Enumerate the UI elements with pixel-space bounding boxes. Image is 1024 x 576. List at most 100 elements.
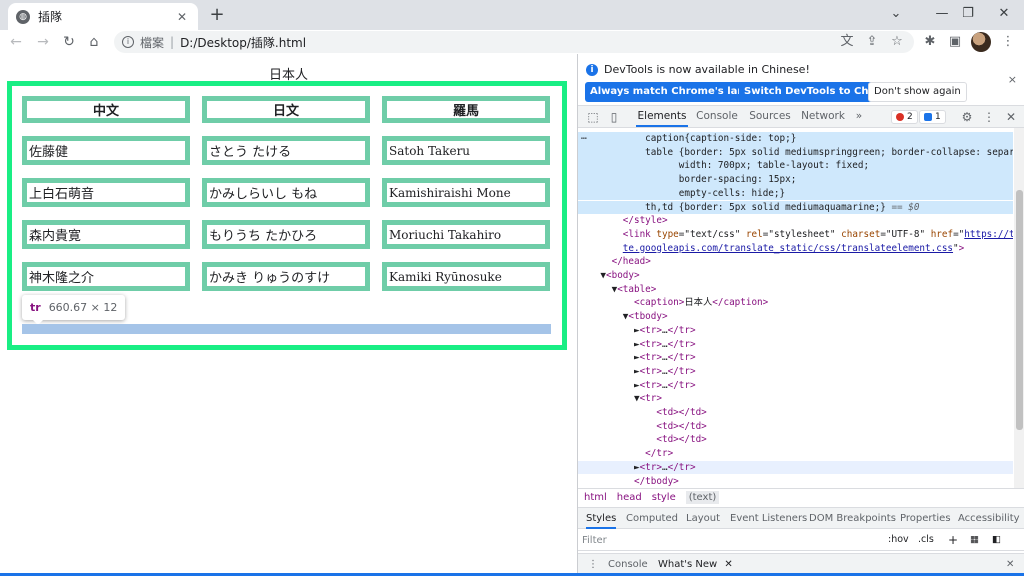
- elements-tree-line[interactable]: </tbody>: [578, 475, 1013, 489]
- info-icon[interactable]: i: [122, 36, 134, 48]
- new-rule-icon[interactable]: +: [948, 533, 958, 547]
- devtools-menu-icon[interactable]: ⋮: [980, 108, 998, 126]
- error-icon: [896, 113, 904, 121]
- tab-strip: ◍ 插隊 ✕ + ⌄ — ❐ ✕: [0, 0, 1024, 30]
- elements-tree-line[interactable]: ▼<table>: [578, 283, 1013, 297]
- breadcrumb-style[interactable]: style: [652, 492, 676, 503]
- reload-button[interactable]: ↻: [59, 32, 79, 52]
- more-tabs-button[interactable]: »: [852, 106, 866, 127]
- message-count-badge[interactable]: 1: [919, 110, 946, 124]
- elements-tree-line[interactable]: table {border: 5px solid mediumspringgre…: [578, 145, 1013, 160]
- tab-search-icon[interactable]: ⌄: [876, 2, 916, 26]
- new-tab-button[interactable]: +: [206, 4, 228, 26]
- tab-console[interactable]: Console: [694, 106, 740, 127]
- elements-tree-line[interactable]: ▼<tr>: [578, 392, 1013, 406]
- infobar-text: DevTools is now available in Chinese!: [604, 63, 810, 76]
- table-cell: さとう たける: [202, 136, 370, 165]
- toggle-sidebar-icon[interactable]: ◧: [992, 533, 1001, 547]
- elements-tree-line[interactable]: ►<tr>…</tr>: [578, 460, 1013, 475]
- elements-tree-line[interactable]: <caption>日本人</caption>: [578, 296, 1013, 310]
- browser-tab[interactable]: ◍ 插隊 ✕: [8, 3, 198, 30]
- tab-computed[interactable]: Computed: [626, 508, 678, 529]
- elements-tree-line[interactable]: ▼<tbody>: [578, 310, 1013, 324]
- tooltip-dimensions: 660.67 × 12: [48, 301, 118, 314]
- home-button[interactable]: ⌂: [84, 32, 104, 52]
- elements-tree-line[interactable]: <td></td>: [578, 433, 1013, 447]
- elements-scrollbar-thumb[interactable]: [1016, 190, 1023, 430]
- tab-dom-breakpoints[interactable]: DOM Breakpoints: [809, 508, 896, 529]
- elements-tree-line[interactable]: ▼<body>: [578, 269, 1013, 283]
- inspect-element-icon[interactable]: ⬚: [584, 108, 602, 126]
- hover-state-toggle[interactable]: :hov: [888, 533, 909, 547]
- dont-show-again-button[interactable]: Don't show again: [868, 82, 967, 102]
- breadcrumb-html[interactable]: html: [584, 492, 607, 503]
- devtools-close-icon[interactable]: ✕: [1002, 108, 1020, 126]
- elements-tree-line[interactable]: </style>: [578, 214, 1013, 228]
- elements-tree-line[interactable]: <td></td>: [578, 406, 1013, 420]
- elements-tree-line[interactable]: ►<tr>…</tr>: [578, 365, 1013, 379]
- styles-pane-tabs: Styles Computed Layout Event Listeners D…: [578, 507, 1024, 529]
- table-cell: 森内貴寛: [22, 220, 190, 249]
- share-icon[interactable]: ⇪: [862, 32, 882, 52]
- page-viewport: 日本人 中文 日文 羅馬 佐藤健 さとう たける Satoh Takeru 上白…: [0, 58, 577, 576]
- elements-tree-line[interactable]: <td></td>: [578, 420, 1013, 434]
- tab-layout[interactable]: Layout: [686, 508, 720, 529]
- elements-tree-line[interactable]: ►<tr>…</tr>: [578, 379, 1013, 393]
- side-panel-icon[interactable]: ▣: [945, 32, 965, 52]
- drawer-tab-whats-new-label: What's New: [658, 559, 718, 570]
- translate-icon[interactable]: 文: [837, 32, 857, 52]
- elements-tree-line[interactable]: th,td {border: 5px solid mediumaquamarin…: [578, 200, 1013, 215]
- tab-styles[interactable]: Styles: [586, 508, 617, 529]
- message-icon: [924, 113, 932, 121]
- maximize-button[interactable]: ❐: [948, 2, 988, 26]
- elements-tree-line[interactable]: te.googleapis.com/translate_static/css/t…: [578, 242, 1013, 256]
- forward-button[interactable]: →: [33, 32, 53, 52]
- elements-tree-line[interactable]: ►<tr>…</tr>: [578, 351, 1013, 365]
- table-cell: 上白石萌音: [22, 178, 190, 207]
- elements-tree[interactable]: caption{caption-side: top;} table {borde…: [578, 128, 1013, 488]
- elements-tree-line[interactable]: ►<tr>…</tr>: [578, 338, 1013, 352]
- elements-tree-line[interactable]: </tr>: [578, 447, 1013, 461]
- elements-tree-line[interactable]: empty-cells: hide;}: [578, 186, 1013, 201]
- paint-icon[interactable]: ▦: [970, 533, 979, 547]
- tab-network[interactable]: Network: [800, 106, 846, 127]
- infobar-close-icon[interactable]: ×: [1008, 73, 1017, 86]
- tab-accessibility[interactable]: Accessibility: [958, 508, 1020, 529]
- elements-tree-line[interactable]: width: 700px; table-layout: fixed;: [578, 159, 1013, 174]
- elements-tree-line[interactable]: </head>: [578, 255, 1013, 269]
- styles-filter-input[interactable]: [582, 532, 874, 548]
- devtools-panel: i DevTools is now available in Chinese! …: [577, 54, 1024, 576]
- globe-icon: ◍: [16, 9, 30, 24]
- profile-avatar[interactable]: [971, 32, 991, 52]
- settings-gear-icon[interactable]: ⚙: [958, 108, 976, 126]
- class-toggle[interactable]: .cls: [918, 533, 934, 547]
- elements-tree-line[interactable]: <link type="text/css" rel="stylesheet" c…: [578, 228, 1013, 242]
- url-text[interactable]: D:/Desktop/插隊.html: [180, 34, 306, 51]
- table-cell: かみき りゅうのすけ: [202, 262, 370, 291]
- breadcrumb-text[interactable]: (text): [685, 491, 720, 504]
- breadcrumb-head[interactable]: head: [617, 492, 642, 503]
- elements-tree-line[interactable]: caption{caption-side: top;}: [578, 132, 1013, 146]
- device-toolbar-icon[interactable]: ▯: [605, 108, 623, 126]
- table-cell: Kamiki Ryūnosuke: [382, 262, 550, 291]
- tab-title: 插隊: [38, 10, 63, 24]
- elements-tree-line[interactable]: border-spacing: 15px;: [578, 173, 1013, 187]
- tab-sources[interactable]: Sources: [748, 106, 792, 127]
- close-tab-icon[interactable]: ✕: [724, 559, 732, 570]
- table-cell: Kamishiraishi Mone: [382, 178, 550, 207]
- table-cell: Satoh Takeru: [382, 136, 550, 165]
- tab-properties[interactable]: Properties: [900, 508, 951, 529]
- browser-menu-icon[interactable]: ⋮: [998, 32, 1018, 52]
- address-bar[interactable]: i 檔案 | D:/Desktop/插隊.html: [114, 31, 914, 53]
- node-actions-icon[interactable]: ⋯: [581, 132, 595, 146]
- tab-event-listeners[interactable]: Event Listeners: [730, 508, 807, 529]
- tab-elements[interactable]: Elements: [636, 106, 688, 127]
- bookmark-star-icon[interactable]: ☆: [887, 32, 907, 52]
- close-window-button[interactable]: ✕: [984, 2, 1024, 26]
- extensions-icon[interactable]: ✱: [920, 32, 940, 52]
- back-button[interactable]: ←: [6, 32, 26, 52]
- elements-tree-line[interactable]: ►<tr>…</tr>: [578, 324, 1013, 338]
- table-header-cell: 日文: [202, 96, 370, 123]
- error-count-badge[interactable]: 2: [891, 110, 918, 124]
- tab-close-icon[interactable]: ✕: [174, 10, 190, 24]
